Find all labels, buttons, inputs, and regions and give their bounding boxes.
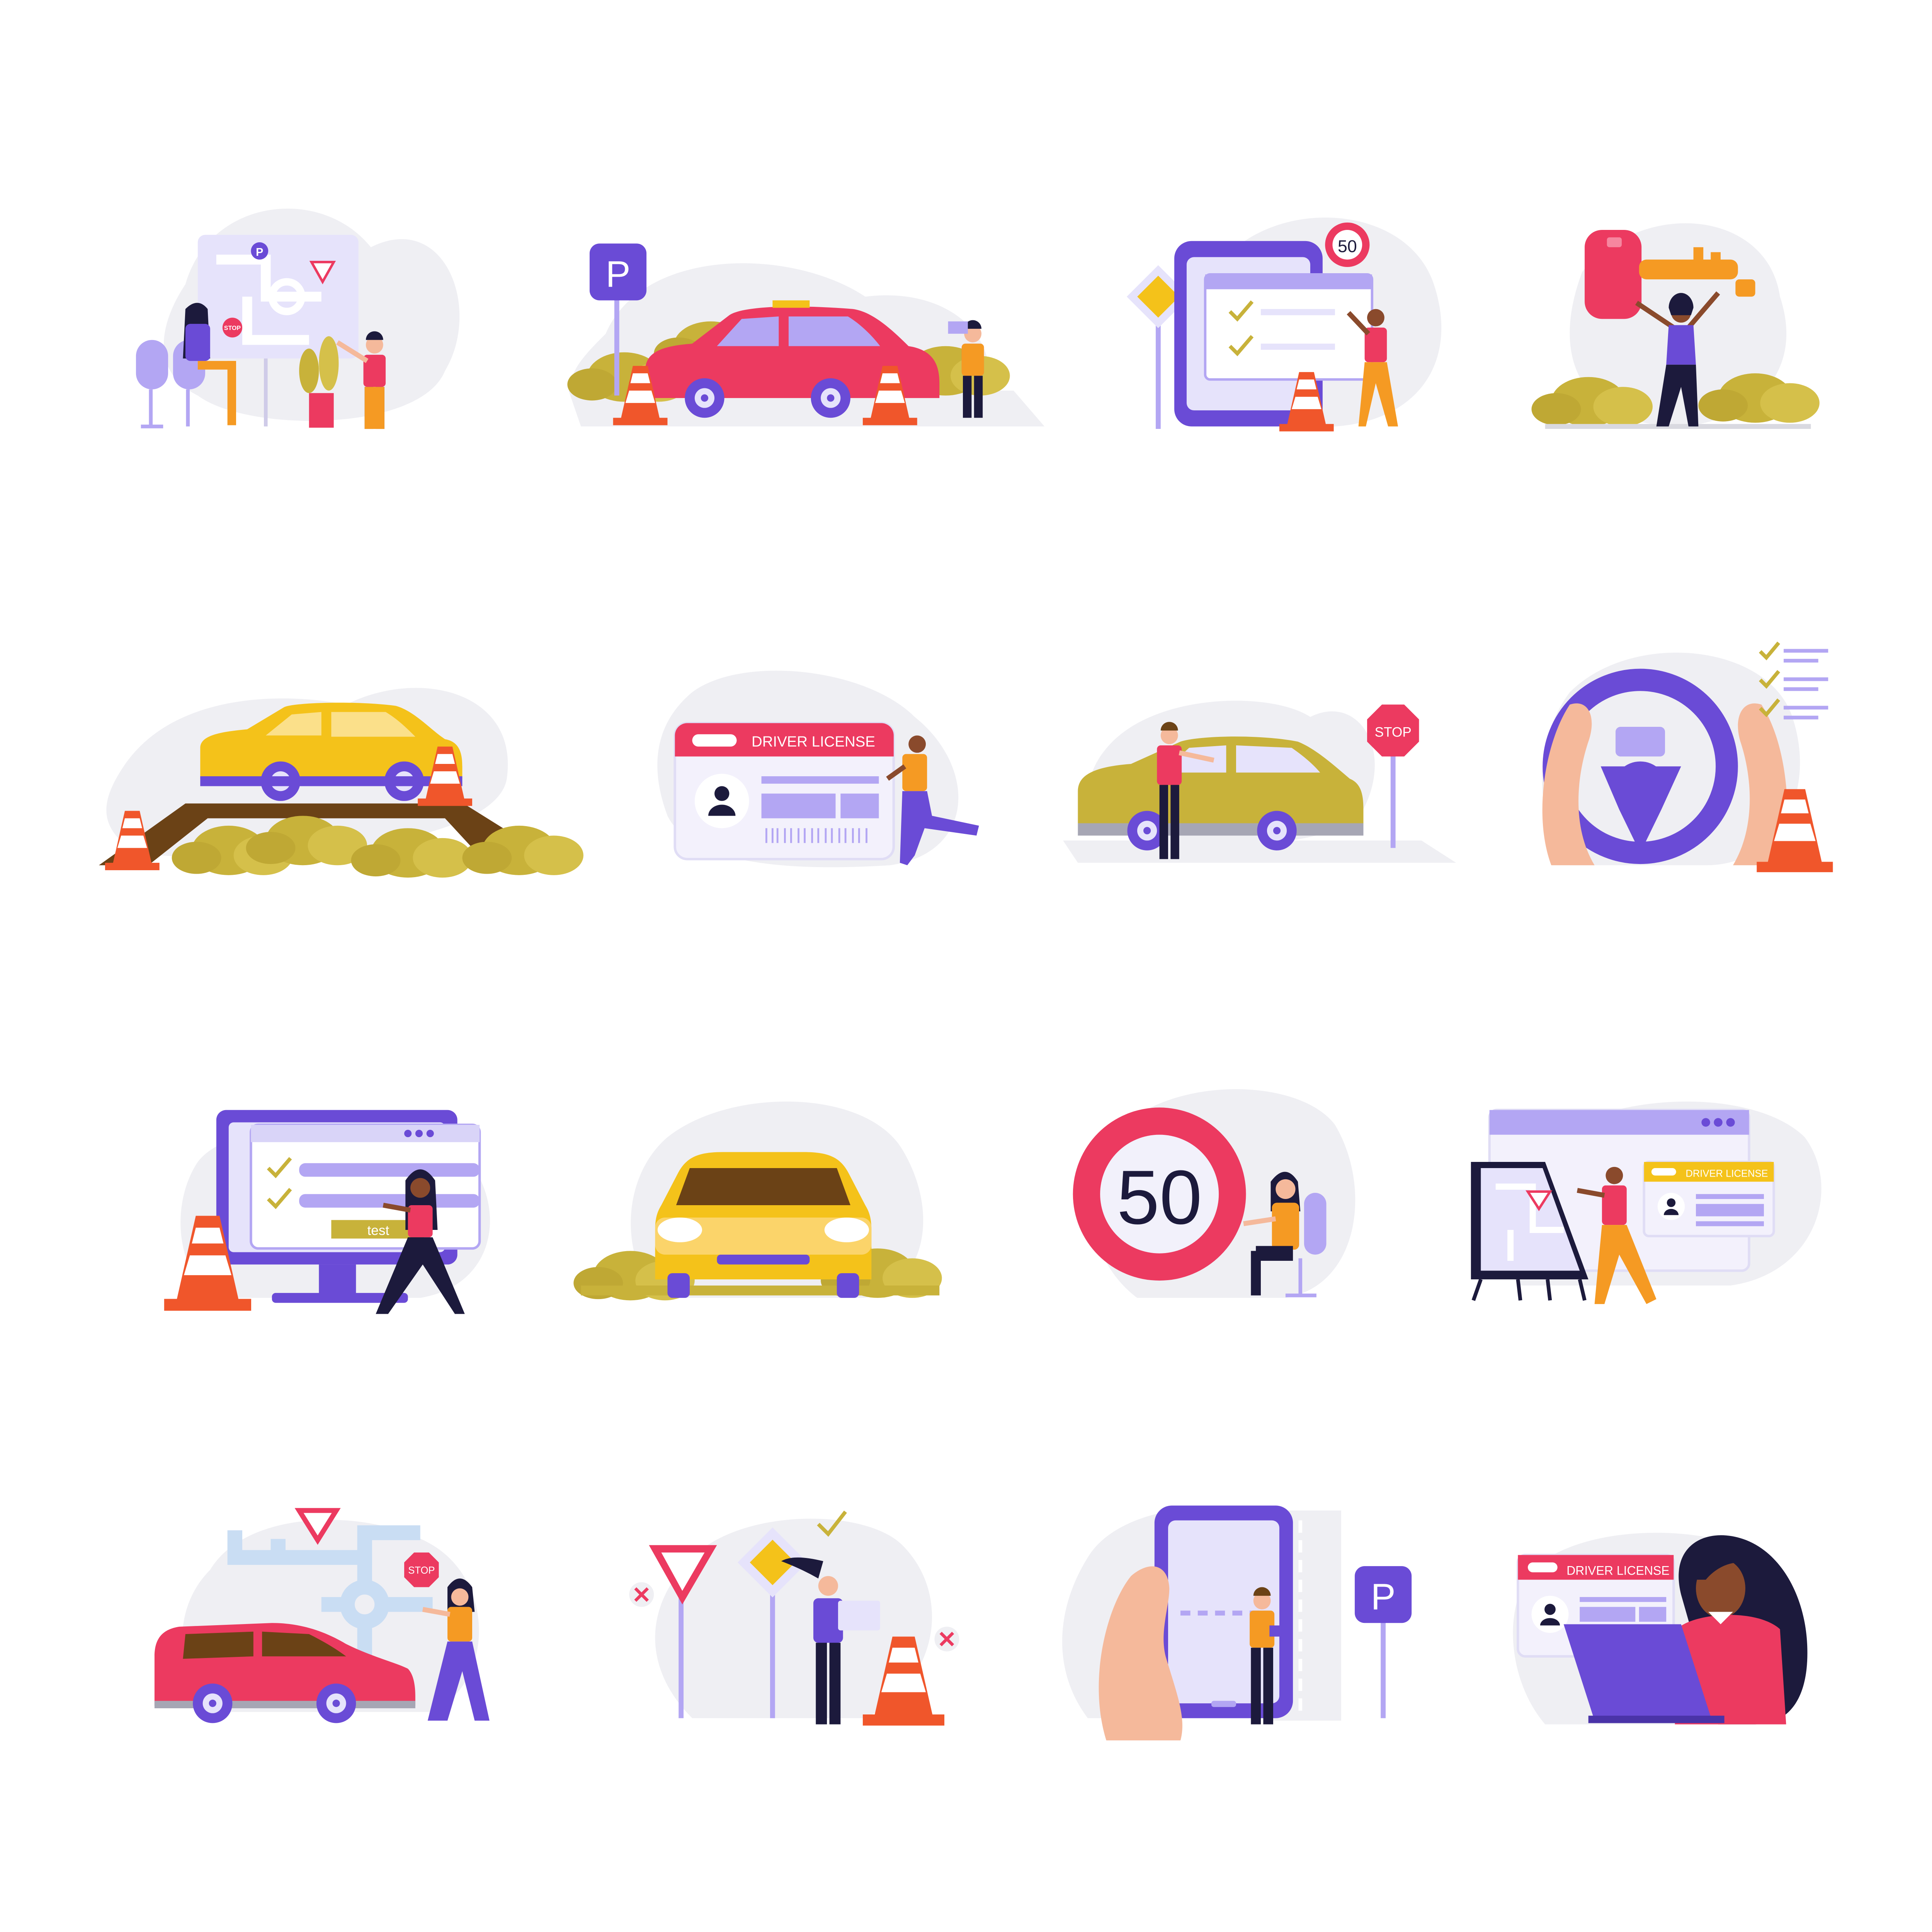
svg-text:DRIVER LICENSE: DRIVER LICENSE	[1685, 1168, 1768, 1179]
tile-license-laptop-woman: DRIVER LICENSE	[1513, 1532, 1808, 1725]
tile-car-key-celebration	[1531, 223, 1820, 429]
driver-license-card: DRIVER LICENSE	[673, 722, 895, 861]
parking-icon: P	[251, 242, 269, 260]
tile-front-car-view	[573, 1101, 942, 1301]
tile-driver-license-card: DRIVER LICENSE	[657, 670, 979, 867]
svg-text:50: 50	[1117, 1155, 1202, 1240]
laptop-icon	[838, 1600, 880, 1631]
tile-overpass-driving	[99, 688, 583, 878]
stop-sign-icon: STOP	[1367, 704, 1419, 848]
tile-parking-practice: P	[567, 243, 1045, 427]
checklist-icon	[1759, 641, 1828, 719]
tile-road-signs-quiz	[629, 1510, 959, 1726]
svg-text:P: P	[256, 246, 263, 259]
driving-school-icon-set: P STOP P 50 DRIVER LICENSE STOP test 50 …	[99, 208, 1833, 1741]
svg-text:P: P	[605, 253, 630, 295]
stop-sign-icon: STOP	[222, 318, 242, 338]
stop-sign-icon: STOP	[404, 1552, 439, 1587]
tile-classroom-route-lesson: P STOP	[136, 208, 460, 429]
tile-web-license-application: DRIVER LICENSE	[1471, 1101, 1821, 1304]
tile-speed-limit-study: 50	[1073, 1089, 1355, 1298]
svg-text:STOP: STOP	[224, 325, 241, 332]
clipboard-icon	[948, 321, 968, 334]
speed-limit-icon: 50	[1325, 222, 1370, 267]
svg-text:50: 50	[1338, 237, 1357, 256]
svg-text:P: P	[1371, 1576, 1396, 1617]
tile-stop-sign-practice: STOP	[1063, 701, 1456, 863]
tile-steering-wheel-checklist	[1542, 641, 1833, 872]
svg-text:DRIVER LICENSE: DRIVER LICENSE	[1566, 1563, 1669, 1577]
tile-route-red-car: STOP	[154, 1508, 490, 1723]
front-car-icon	[655, 1152, 872, 1298]
cross-icon	[629, 1582, 654, 1607]
cross-icon	[934, 1626, 959, 1651]
speed-limit-icon: 50	[1073, 1107, 1246, 1281]
avatar-icon	[694, 774, 749, 828]
parking-sign-icon: P	[1355, 1566, 1412, 1718]
svg-text:DRIVER LICENSE: DRIVER LICENSE	[752, 733, 875, 750]
svg-text:STOP: STOP	[1375, 725, 1412, 740]
tile-mobile-parking-app: P	[1062, 1505, 1412, 1741]
svg-text:test: test	[367, 1223, 389, 1238]
svg-text:STOP: STOP	[408, 1565, 435, 1576]
tile-online-theory-test: 50	[1127, 218, 1442, 432]
tile-computer-test: test	[164, 1110, 490, 1314]
driver-license-card: DRIVER LICENSE	[1643, 1160, 1775, 1238]
